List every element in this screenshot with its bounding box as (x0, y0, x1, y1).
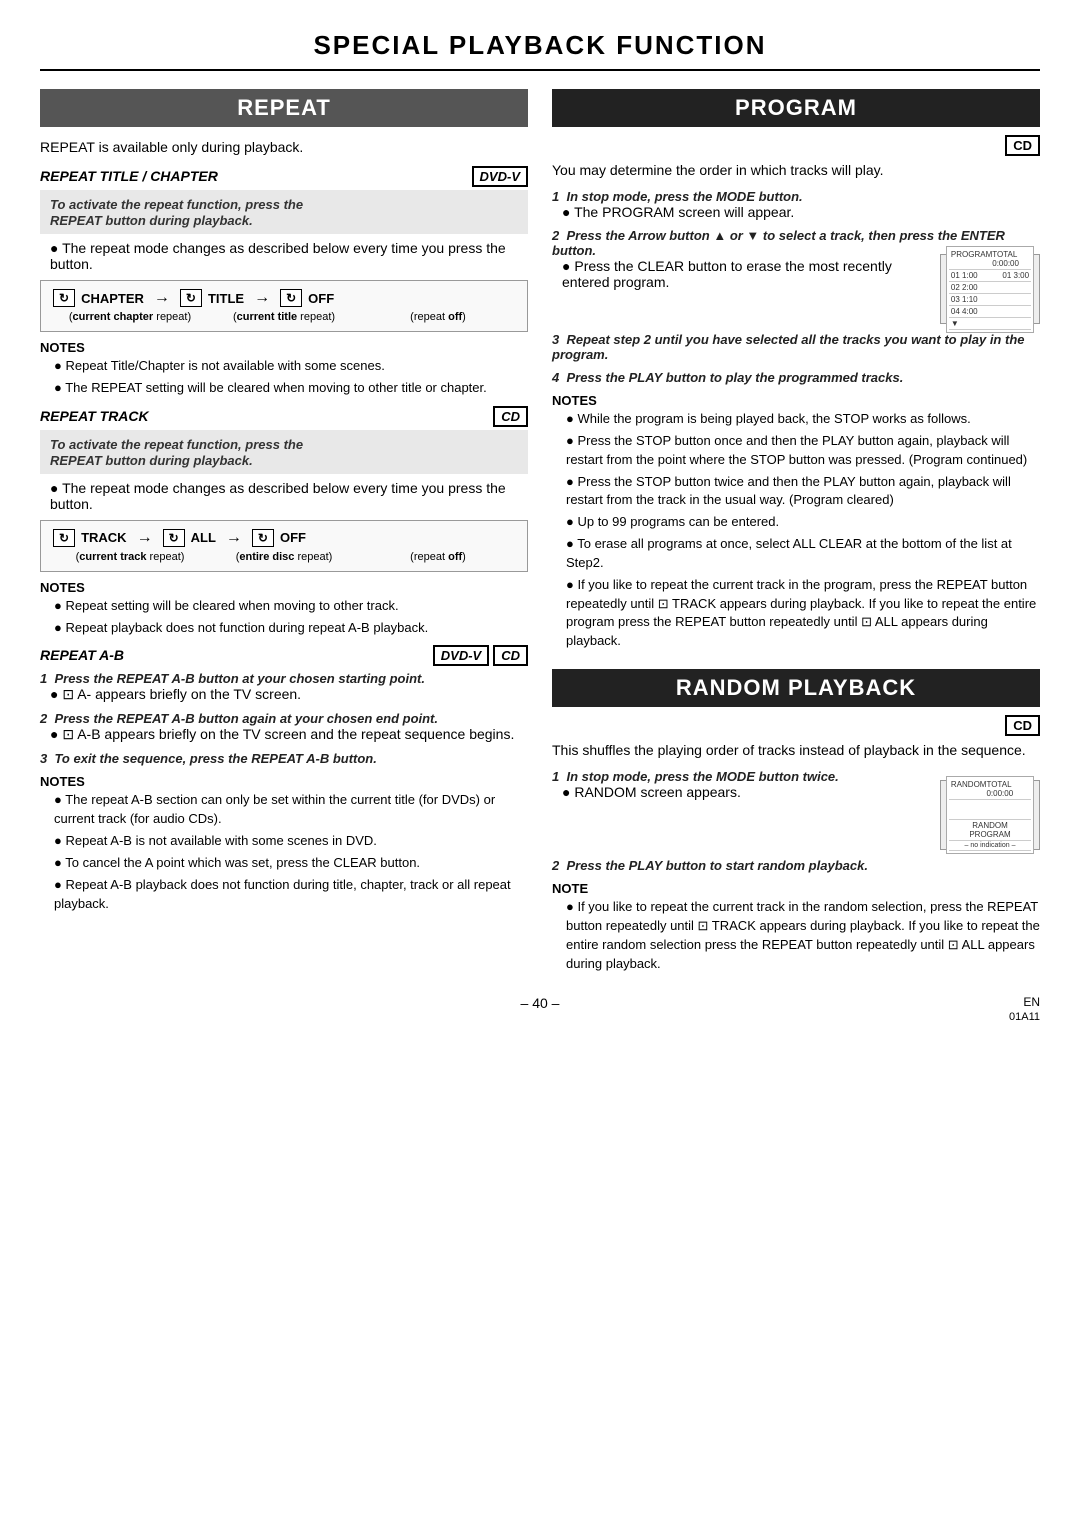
ab-note-4: Repeat A-B playback does not function du… (40, 876, 528, 914)
notes-header-ab: NOTES (40, 774, 528, 789)
ab-note-1: The repeat A-B section can only be set w… (40, 791, 528, 829)
repeat-title-bullet: The repeat mode changes as described bel… (40, 240, 528, 272)
random-section: RANDOM PLAYBACK CD This shuffles the pla… (552, 669, 1040, 973)
left-column: REPEAT REPEAT is available only during p… (40, 89, 528, 977)
repeat-ab-heading: REPEAT A-B DVD-V CD (40, 647, 528, 663)
random-screen-thumb: RANDOMTOTAL 0:00:00 RANDOM PROGRAM – no … (940, 780, 1040, 850)
program-intro: You may determine the order in which tra… (552, 160, 1040, 181)
ab-note-2: Repeat A-B is not available with some sc… (40, 832, 528, 851)
note-1-1: Repeat Title/Chapter is not available wi… (40, 357, 528, 376)
cd-badge-program: CD (1005, 135, 1040, 156)
footer-page: – 40 – (521, 995, 560, 1011)
prog-step-1: 1 In stop mode, press the MODE button. T… (552, 189, 1040, 220)
repeat-track-heading: REPEAT TRACK CD (40, 408, 528, 424)
repeat-intro: REPEAT is available only during playback… (40, 137, 528, 158)
prog-note-4: Up to 99 programs can be entered. (552, 513, 1040, 532)
cd-badge-ab: CD (493, 645, 528, 666)
cd-badge-random: CD (1005, 715, 1040, 736)
note-header-random: NOTE (552, 881, 1040, 896)
chapter-icon: ↻ (53, 289, 75, 307)
off-label: (repeat off) (361, 311, 515, 323)
note-2-1: Repeat setting will be cleared when movi… (40, 597, 528, 616)
track-label: (current track repeat) (53, 551, 207, 563)
program-screen-thumb: PROGRAMTOTAL 0:00:00 01 1:0001 3:00 02 2… (940, 254, 1040, 324)
off-icon: ↻ (280, 289, 302, 307)
track-icon: ↻ (53, 529, 75, 547)
prog-step-2: 2 Press the Arrow button ▲ or ▼ to selec… (552, 228, 1040, 324)
ab-step-3: 3 To exit the sequence, press the REPEAT… (40, 751, 528, 766)
all-label: (entire disc repeat) (207, 551, 361, 563)
all-icon: ↻ (163, 529, 185, 547)
off-label-2: (repeat off) (361, 551, 515, 563)
ab-step-2-bullet: ⊡ A-B appears briefly on the TV screen a… (40, 726, 528, 743)
repeat-title-chapter-heading: REPEAT TITLE / CHAPTER DVD-V (40, 168, 528, 184)
ab-step-1: 1 Press the REPEAT A-B button at your ch… (40, 671, 528, 703)
cd-badge-track: CD (493, 406, 528, 427)
prog-step-4: 4 Press the PLAY button to play the prog… (552, 370, 1040, 385)
prog-note-6: If you like to repeat the current track … (552, 576, 1040, 651)
track-all-diagram: ↻ TRACK → ↻ ALL → ↻ OFF (current track r… (40, 520, 528, 572)
prog-note-2: Press the STOP button once and then the … (552, 432, 1040, 470)
random-intro: This shuffles the playing order of track… (552, 740, 1040, 761)
ab-step-2: 2 Press the REPEAT A-B button again at y… (40, 711, 528, 743)
chapter-title-diagram: ↻ CHAPTER → ↻ TITLE → ↻ OFF (current cha… (40, 280, 528, 332)
repeat-track-bullet: The repeat mode changes as described bel… (40, 480, 528, 512)
dvdv-badge: DVD-V (472, 166, 528, 187)
prog-note-5: To erase all programs at once, select AL… (552, 535, 1040, 573)
repeat-track-gray: To activate the repeat function, press t… (40, 430, 528, 474)
note-1-2: The REPEAT setting will be cleared when … (40, 379, 528, 398)
repeat-header: REPEAT (40, 89, 528, 127)
page-title: SPECIAL PLAYBACK FUNCTION (40, 30, 1040, 71)
ab-note-3: To cancel the A point which was set, pre… (40, 854, 528, 873)
notes-header-1: NOTES (40, 340, 528, 355)
random-header: RANDOM PLAYBACK (552, 669, 1040, 707)
random-step-2: 2 Press the PLAY button to start random … (552, 858, 1040, 873)
right-column: PROGRAM CD You may determine the order i… (552, 89, 1040, 977)
prog-note-1: While the program is being played back, … (552, 410, 1040, 429)
note-2-2: Repeat playback does not function during… (40, 619, 528, 638)
prog-note-3: Press the STOP button twice and then the… (552, 473, 1040, 511)
off-icon-2: ↻ (252, 529, 274, 547)
footer: – 40 – EN 01A11 (40, 995, 1040, 1011)
footer-code: 01A11 (1009, 1011, 1040, 1023)
title-icon: ↻ (180, 289, 202, 307)
prog-step-3: 3 Repeat step 2 until you have selected … (552, 332, 1040, 362)
title-label: (current title repeat) (207, 311, 361, 323)
notes-header-prog: NOTES (552, 393, 1040, 408)
chapter-label: (current chapter repeat) (53, 311, 207, 323)
footer-en: EN (1023, 995, 1040, 1009)
repeat-title-chapter-gray: To activate the repeat function, press t… (40, 190, 528, 234)
random-step-1: 1 In stop mode, press the MODE button tw… (552, 769, 1040, 850)
notes-header-2: NOTES (40, 580, 528, 595)
prog-step-1-bullet: The PROGRAM screen will appear. (552, 204, 1040, 220)
dvdv-badge-ab: DVD-V (433, 645, 489, 666)
ab-step-1-bullet: ⊡ A- appears briefly on the TV screen. (40, 686, 528, 703)
program-header: PROGRAM (552, 89, 1040, 127)
random-note: If you like to repeat the current track … (552, 898, 1040, 973)
